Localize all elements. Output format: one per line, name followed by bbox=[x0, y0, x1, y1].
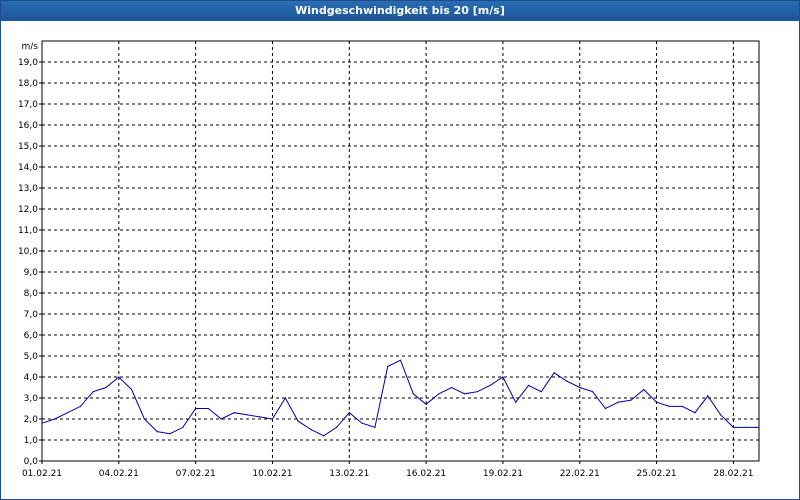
y-tick-label: 1,0 bbox=[24, 436, 39, 446]
data-point bbox=[284, 397, 286, 399]
data-point bbox=[515, 401, 517, 403]
data-point bbox=[271, 418, 274, 420]
data-point bbox=[617, 401, 619, 403]
data-point bbox=[630, 399, 632, 401]
data-point bbox=[323, 435, 325, 437]
data-point bbox=[745, 426, 747, 428]
data-point bbox=[54, 418, 56, 420]
y-tick-label: 19,0 bbox=[18, 58, 38, 68]
wind-speed-chart: 0,0 1,0 2,0 3,0 4,0 5,0 6,0 7,0 8,0 9,0 10,0 11,0 12… bbox=[18, 40, 760, 479]
x-tick-label: 28.02.21 bbox=[713, 469, 753, 479]
data-point bbox=[233, 412, 235, 414]
data-point bbox=[668, 405, 670, 407]
data-point bbox=[246, 414, 248, 416]
data-point bbox=[438, 393, 440, 395]
data-point bbox=[604, 407, 606, 410]
data-point bbox=[207, 407, 210, 410]
data-point bbox=[92, 391, 94, 393]
data-point bbox=[143, 418, 146, 420]
y-tick-label: 14,0 bbox=[18, 163, 38, 173]
data-point bbox=[655, 401, 658, 403]
series-layer bbox=[41, 359, 760, 437]
data-point bbox=[527, 384, 530, 386]
y-tick-label: 13,0 bbox=[18, 184, 38, 194]
y-tick-label: 4,0 bbox=[24, 373, 39, 383]
x-tick-label: 19.02.21 bbox=[483, 469, 523, 479]
data-point bbox=[399, 359, 402, 361]
data-point bbox=[182, 426, 184, 428]
x-tick-label: 16.02.21 bbox=[406, 469, 446, 479]
x-tick-label: 25.02.21 bbox=[637, 469, 677, 479]
data-point bbox=[732, 426, 734, 428]
data-point bbox=[694, 412, 696, 414]
data-point bbox=[681, 405, 683, 407]
data-point bbox=[105, 386, 107, 389]
grid-lines bbox=[42, 41, 759, 461]
y-tick-label: 0,0 bbox=[24, 457, 39, 467]
y-tick-label: 9,0 bbox=[24, 268, 39, 278]
data-point bbox=[41, 422, 43, 424]
data-point bbox=[591, 391, 594, 393]
data-point bbox=[79, 405, 82, 407]
y-tick-label: 5,0 bbox=[24, 352, 39, 362]
wind-speed-line bbox=[41, 359, 759, 437]
data-point bbox=[259, 416, 261, 418]
x-tick-label: 01.02.21 bbox=[22, 469, 62, 479]
data-point bbox=[374, 426, 376, 428]
data-point bbox=[719, 414, 722, 416]
data-point bbox=[131, 389, 133, 391]
data-point bbox=[412, 393, 414, 395]
data-point bbox=[297, 420, 299, 422]
y-tick-label: 12,0 bbox=[18, 205, 38, 215]
data-point bbox=[502, 376, 504, 378]
x-tick-label: 22.02.21 bbox=[560, 469, 600, 479]
y-tick-label: 17,0 bbox=[18, 100, 38, 110]
plot-border bbox=[41, 40, 760, 462]
data-point bbox=[540, 391, 542, 393]
data-point bbox=[348, 412, 350, 414]
y-tick-label: 18,0 bbox=[18, 79, 38, 89]
y-axis-unit-label: m/s bbox=[22, 42, 39, 52]
data-point bbox=[220, 418, 222, 420]
y-tick-label: 8,0 bbox=[24, 289, 39, 299]
y-tick-label: 15,0 bbox=[18, 142, 38, 152]
y-tick-label: 10,0 bbox=[18, 247, 38, 257]
data-point bbox=[361, 422, 363, 424]
y-tick-label: 7,0 bbox=[24, 310, 39, 320]
data-point bbox=[118, 376, 120, 378]
y-tick-labels: 0,0 1,0 2,0 3,0 4,0 5,0 6,0 7,0 8,0 9,0 10,0 11,0 12… bbox=[18, 58, 38, 467]
y-tick-label: 11,0 bbox=[18, 226, 38, 236]
x-tick-labels: 01.02.21 04.02.21 07.02.21 10.02.21 13.02.21… bbox=[22, 469, 753, 479]
data-point bbox=[156, 431, 158, 433]
x-tick-label: 07.02.21 bbox=[176, 469, 216, 479]
data-point bbox=[579, 386, 581, 389]
x-tick-label: 13.02.21 bbox=[329, 469, 369, 479]
data-point bbox=[387, 365, 389, 368]
data-point bbox=[643, 389, 645, 391]
data-point bbox=[707, 395, 709, 397]
x-tick-label: 10.02.21 bbox=[252, 469, 292, 479]
data-point bbox=[451, 386, 453, 389]
y-tick-label: 2,0 bbox=[24, 415, 39, 425]
data-point bbox=[335, 426, 338, 428]
data-point bbox=[553, 372, 555, 374]
data-point bbox=[195, 407, 197, 410]
x-tick-label: 04.02.21 bbox=[99, 469, 139, 479]
data-point bbox=[169, 433, 171, 435]
data-point bbox=[566, 380, 568, 382]
data-point bbox=[463, 393, 466, 395]
data-point bbox=[758, 426, 760, 428]
y-tick-label: 3,0 bbox=[24, 394, 39, 404]
data-point bbox=[310, 428, 312, 431]
data-point bbox=[67, 412, 69, 414]
y-tick-label: 6,0 bbox=[24, 331, 39, 341]
chart-window: Windgeschwindigkeit bis 20 [m/s] 0,0 1,0 2… bbox=[0, 0, 800, 500]
y-tick-label: 16,0 bbox=[18, 121, 38, 131]
data-point bbox=[476, 391, 478, 393]
data-point bbox=[489, 384, 491, 386]
data-point bbox=[425, 403, 427, 405]
